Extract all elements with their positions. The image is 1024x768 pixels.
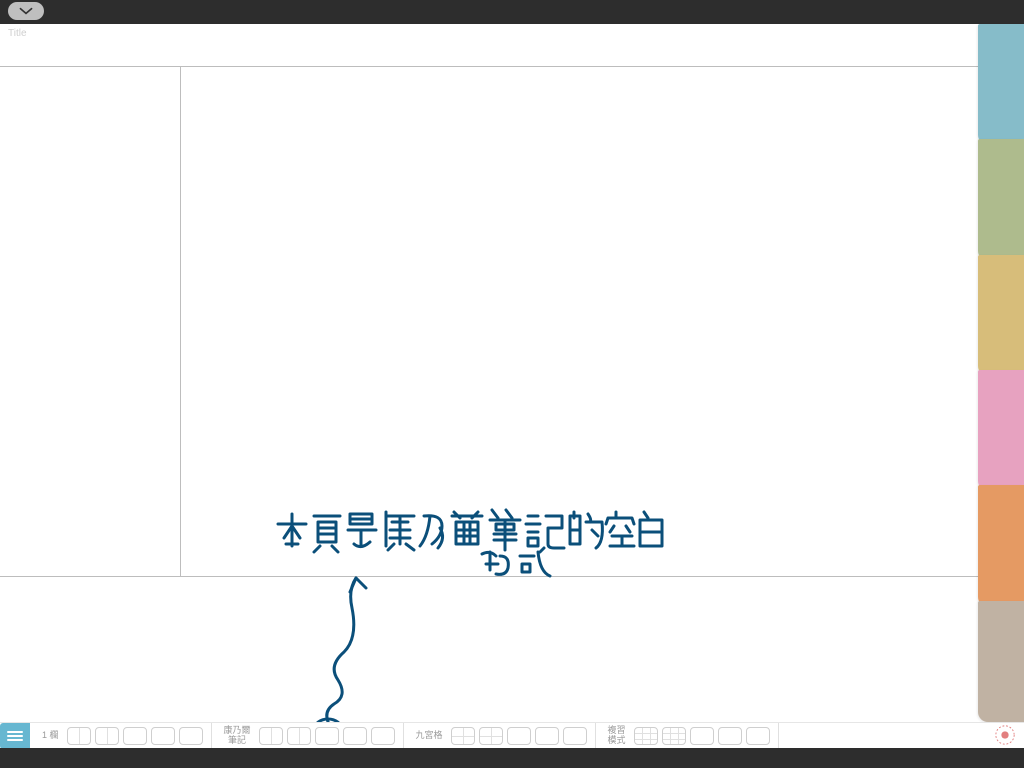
collapse-pill[interactable] (8, 2, 44, 20)
template-thumb[interactable] (67, 727, 91, 745)
note-canvas[interactable]: Title (0, 24, 1024, 722)
template-thumb[interactable] (718, 727, 742, 745)
section-grid: 九宮格 (404, 723, 596, 748)
template-thumb[interactable] (259, 727, 283, 745)
record-icon (994, 724, 1016, 746)
chevron-down-icon (18, 6, 34, 16)
template-line-top (0, 66, 978, 67)
template-thumb[interactable] (451, 727, 475, 745)
template-thumb[interactable] (690, 727, 714, 745)
template-thumb[interactable] (746, 727, 770, 745)
section-1col: 1 欄 (30, 723, 212, 748)
bottom-strip (0, 748, 1024, 768)
template-thumb[interactable] (563, 727, 587, 745)
template-thumb[interactable] (151, 727, 175, 745)
template-thumb[interactable] (95, 727, 119, 745)
template-thumb[interactable] (371, 727, 395, 745)
section-review-label: 複習 模式 (602, 726, 632, 746)
side-tab-3[interactable] (978, 255, 1024, 376)
template-thumb[interactable] (507, 727, 531, 745)
side-tab-6[interactable] (978, 601, 1024, 722)
template-line-bottom (0, 576, 978, 577)
template-thumb[interactable] (479, 727, 503, 745)
section-cornell-label: 康乃爾 筆記 (218, 726, 257, 746)
menu-button[interactable] (0, 723, 30, 749)
section-review: 複習 模式 (596, 723, 779, 748)
handwriting-annotation (270, 494, 690, 744)
template-thumb[interactable] (123, 727, 147, 745)
bottom-toolbar: 1 欄 康乃爾 筆記 九宮格 複習 模式 (0, 722, 1024, 748)
top-bar (0, 0, 1024, 24)
title-placeholder: Title (8, 28, 27, 39)
template-thumb[interactable] (634, 727, 658, 745)
menu-icon (6, 729, 24, 743)
template-thumb[interactable] (535, 727, 559, 745)
side-tab-1[interactable] (978, 24, 1024, 145)
template-thumb[interactable] (315, 727, 339, 745)
side-tab-4[interactable] (978, 370, 1024, 491)
side-tab-2[interactable] (978, 139, 1024, 260)
template-thumb[interactable] (343, 727, 367, 745)
section-1col-label: 1 欄 (36, 731, 65, 741)
template-line-vertical (180, 66, 181, 577)
record-button[interactable] (994, 724, 1016, 746)
side-tabs (978, 24, 1024, 722)
template-thumb[interactable] (662, 727, 686, 745)
section-cornell: 康乃爾 筆記 (212, 723, 404, 748)
template-thumb[interactable] (179, 727, 203, 745)
side-tab-5[interactable] (978, 485, 1024, 606)
section-grid-label: 九宮格 (410, 731, 449, 741)
template-thumb[interactable] (287, 727, 311, 745)
